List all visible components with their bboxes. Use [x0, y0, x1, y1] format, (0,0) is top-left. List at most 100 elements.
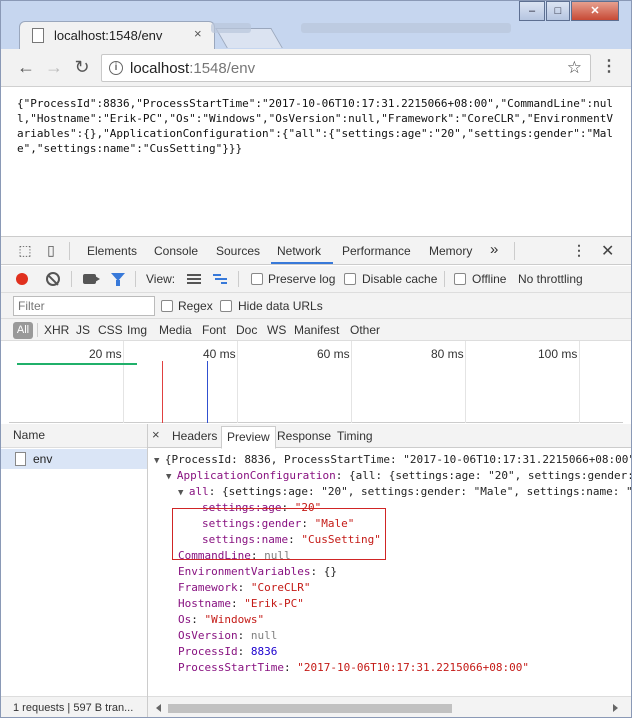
request-bar: [17, 363, 137, 365]
json-property-row[interactable]: ProcessStartTime: "2017-10-06T10:17:31.2…: [178, 660, 529, 676]
request-row[interactable]: env: [1, 449, 147, 469]
title-bar: localhost:1548/env × – □ ✕: [1, 1, 631, 49]
more-tabs-icon[interactable]: »: [490, 241, 498, 258]
scroll-left-arrow-icon[interactable]: [156, 704, 161, 712]
request-details: × Headers Preview Response Timing ▼ {Pro…: [148, 424, 631, 717]
tab-preview[interactable]: Preview: [221, 426, 276, 449]
close-window-button[interactable]: ✕: [571, 1, 619, 21]
status-summary: 1 requests | 597 B tran...: [1, 696, 147, 717]
minimize-button[interactable]: –: [519, 1, 545, 21]
throttling-select[interactable]: No throttling: [518, 272, 583, 286]
maximize-button[interactable]: □: [546, 1, 570, 21]
device-toolbar-icon[interactable]: ▯: [43, 243, 59, 259]
json-property-row[interactable]: OsVersion: null: [178, 628, 277, 644]
view-label: View:: [146, 272, 176, 286]
tab-timing[interactable]: Timing: [337, 429, 373, 443]
type-media-button[interactable]: Media: [159, 323, 192, 337]
timeline-tick-label: 60 ms: [317, 347, 350, 361]
tab-memory[interactable]: Memory: [429, 244, 472, 258]
scrollbar-thumb[interactable]: [168, 704, 452, 713]
devtools-menu-icon[interactable]: ⋮: [571, 243, 587, 259]
timeline-tick-label: 40 ms: [203, 347, 236, 361]
type-other-button[interactable]: Other: [350, 323, 380, 337]
type-js-button[interactable]: JS: [76, 323, 90, 337]
capture-screenshots-icon[interactable]: [83, 274, 100, 284]
preserve-log-label: Preserve log: [268, 272, 336, 286]
hide-data-urls-checkbox[interactable]: [220, 300, 232, 312]
timeline-tick-label: 100 ms: [538, 347, 578, 361]
type-ws-button[interactable]: WS: [267, 323, 286, 337]
json-property-row[interactable]: EnvironmentVariables: {}: [178, 564, 337, 580]
highlight-box: [172, 508, 386, 560]
load-event-marker: [162, 361, 163, 423]
resource-type-filter: All XHR JS CSS Img Media Font Doc WS Man…: [1, 319, 631, 341]
filter-input[interactable]: [13, 296, 155, 316]
star-icon[interactable]: ☆: [567, 58, 582, 78]
regex-checkbox[interactable]: [161, 300, 173, 312]
devtools-tabbar: ⬚ ▯ Elements Console Sources Network Per…: [1, 237, 631, 265]
devtools-close-icon[interactable]: ✕: [601, 241, 614, 261]
tab-performance[interactable]: Performance: [342, 244, 411, 258]
tab-sources[interactable]: Sources: [216, 244, 260, 258]
large-rows-icon[interactable]: [187, 274, 201, 286]
json-all-row[interactable]: ▼ all: {settings:age: "20", settings:gen…: [178, 484, 631, 501]
json-property-row[interactable]: Hostname: "Erik-PC": [178, 596, 304, 612]
forward-arrow-icon[interactable]: →: [43, 57, 65, 79]
tab-response[interactable]: Response: [277, 429, 331, 443]
filter-icon[interactable]: [111, 273, 125, 286]
active-tab-indicator: [271, 262, 333, 264]
waterfall-view-icon[interactable]: [213, 274, 227, 286]
record-icon[interactable]: [16, 273, 28, 285]
address-bar[interactable]: i localhost:1548/env ☆: [101, 54, 591, 82]
filter-row: Regex Hide data URLs: [1, 293, 631, 319]
tab-elements[interactable]: Elements: [87, 244, 137, 258]
document-icon: [15, 452, 26, 466]
type-all-button[interactable]: All: [13, 322, 33, 339]
type-manifest-button[interactable]: Manifest: [294, 323, 339, 337]
preserve-log-checkbox[interactable]: [251, 273, 263, 285]
request-list: Name env 1 requests | 597 B tran...: [1, 424, 148, 717]
json-appconfig-row[interactable]: ▼ ApplicationConfiguration: {all: {setti…: [166, 468, 631, 485]
type-xhr-button[interactable]: XHR: [44, 323, 69, 337]
inspect-element-icon[interactable]: ⬚: [17, 243, 33, 259]
offline-checkbox[interactable]: [454, 273, 466, 285]
domcontentloaded-marker: [207, 361, 208, 423]
browser-toolbar: ← → ↻ i localhost:1548/env ☆ ⋮: [1, 49, 631, 87]
back-arrow-icon[interactable]: ←: [15, 57, 37, 79]
tab-console[interactable]: Console: [154, 244, 198, 258]
disable-cache-checkbox[interactable]: [344, 273, 356, 285]
network-overview-timeline[interactable]: 20 ms 40 ms 60 ms 80 ms 100 ms: [9, 341, 623, 423]
close-details-icon[interactable]: ×: [152, 427, 160, 442]
type-doc-button[interactable]: Doc: [236, 323, 257, 337]
network-toolbar: View: Preserve log Disable cache Offline…: [1, 266, 631, 293]
blurred-area: [301, 23, 511, 33]
blurred-area: [211, 23, 251, 33]
menu-kebab-icon[interactable]: ⋮: [601, 57, 617, 79]
reload-icon[interactable]: ↻: [71, 57, 93, 79]
scroll-right-arrow-icon[interactable]: [613, 704, 618, 712]
json-preview: ▼ {ProcessId: 8836, ProcessStartTime: "2…: [148, 448, 631, 696]
name-column-header[interactable]: Name: [1, 424, 147, 448]
tab-close-icon[interactable]: ×: [194, 26, 202, 41]
url-text[interactable]: localhost:1548/env: [130, 60, 255, 77]
json-property-row[interactable]: ProcessId: 8836: [178, 644, 277, 660]
offline-label: Offline: [472, 272, 507, 286]
horizontal-scrollbar[interactable]: [148, 696, 631, 717]
json-property-row[interactable]: Os: "Windows": [178, 612, 264, 628]
page-content: {"ProcessId":8836,"ProcessStartTime":"20…: [1, 88, 631, 236]
browser-window: localhost:1548/env × – □ ✕ ← → ↻ i local…: [0, 0, 632, 718]
type-img-button[interactable]: Img: [127, 323, 147, 337]
type-font-button[interactable]: Font: [202, 323, 226, 337]
json-root-row[interactable]: ▼ {ProcessId: 8836, ProcessStartTime: "2…: [154, 452, 631, 469]
timeline-tick-label: 80 ms: [431, 347, 464, 361]
tab-title: localhost:1548/env: [54, 28, 163, 43]
type-css-button[interactable]: CSS: [98, 323, 123, 337]
disable-cache-label: Disable cache: [362, 272, 438, 286]
tab-network[interactable]: Network: [277, 244, 321, 258]
devtools-panel: ⬚ ▯ Elements Console Sources Network Per…: [1, 236, 631, 717]
browser-tab[interactable]: localhost:1548/env ×: [19, 21, 215, 49]
clear-icon[interactable]: [46, 272, 60, 286]
tab-headers[interactable]: Headers: [172, 429, 217, 443]
info-icon[interactable]: i: [109, 61, 123, 75]
json-property-row[interactable]: Framework: "CoreCLR": [178, 580, 310, 596]
